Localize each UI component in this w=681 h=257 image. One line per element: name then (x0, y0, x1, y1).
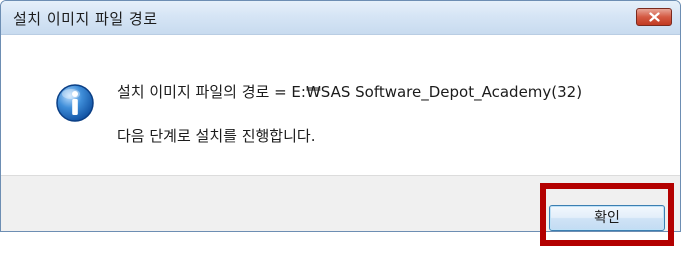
title-bar[interactable]: 설치 이미지 파일 경로 (1, 1, 680, 35)
ok-button[interactable]: 확인 (549, 205, 665, 231)
message-area: 설치 이미지 파일의 경로 = E:₩SAS Software_Depot_Ac… (1, 35, 680, 175)
message-next-step-line: 다음 단계로 설치를 진행합니다. (117, 127, 316, 145)
close-icon (649, 12, 660, 22)
window-title: 설치 이미지 파일 경로 (13, 10, 158, 28)
close-button[interactable] (636, 8, 672, 26)
message-path-line: 설치 이미지 파일의 경로 = E:₩SAS Software_Depot_Ac… (117, 83, 583, 101)
info-icon (56, 84, 94, 122)
